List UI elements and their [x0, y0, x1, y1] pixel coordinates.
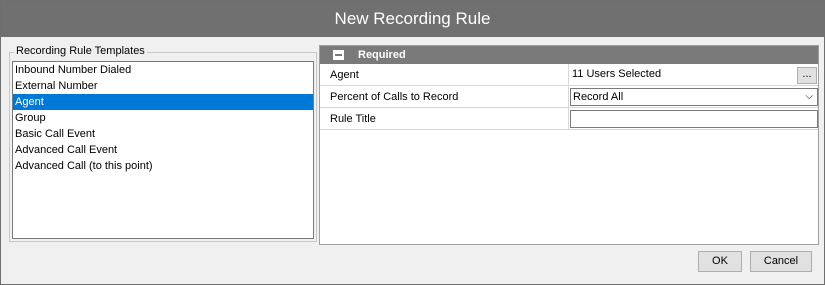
- chevron-down-icon[interactable]: ⌵: [805, 90, 813, 104]
- list-item[interactable]: Group: [13, 110, 313, 126]
- column-divider: [568, 86, 569, 108]
- cancel-button[interactable]: Cancel: [750, 251, 812, 272]
- property-grid: Required Agent 11 Users Selected ... Per…: [319, 45, 819, 245]
- agent-browse-button[interactable]: ...: [797, 67, 817, 84]
- list-item[interactable]: Inbound Number Dialed: [13, 62, 313, 78]
- list-item[interactable]: Advanced Call (to this point): [13, 158, 313, 174]
- percent-row: Percent of Calls to Record Record All ⌵: [320, 86, 818, 108]
- percent-label: Percent of Calls to Record: [330, 91, 459, 103]
- agent-row: Agent 11 Users Selected ...: [320, 64, 818, 86]
- section-title: Required: [358, 49, 406, 61]
- templates-group-label: Recording Rule Templates: [14, 45, 147, 58]
- list-item[interactable]: Basic Call Event: [13, 126, 313, 142]
- rule-title-label: Rule Title: [330, 113, 376, 125]
- required-section-header[interactable]: Required: [320, 46, 818, 64]
- percent-dropdown[interactable]: Record All ⌵: [570, 88, 818, 106]
- rule-title-row: Rule Title: [320, 108, 818, 130]
- percent-selected-value: Record All: [573, 91, 624, 103]
- agent-value-text: 11 Users Selected: [572, 68, 662, 80]
- new-recording-rule-dialog: New Recording Rule Recording Rule Templa…: [0, 0, 825, 285]
- column-divider: [568, 108, 569, 130]
- list-item[interactable]: External Number: [13, 78, 313, 94]
- agent-value[interactable]: 11 Users Selected ...: [570, 66, 818, 84]
- agent-label: Agent: [330, 69, 359, 81]
- dialog-title: New Recording Rule: [1, 1, 824, 37]
- templates-listbox[interactable]: Inbound Number Dialed External Number Ag…: [12, 61, 314, 239]
- collapse-icon[interactable]: [333, 50, 344, 60]
- list-item[interactable]: Agent: [13, 94, 313, 110]
- column-divider: [568, 64, 569, 86]
- rule-title-input[interactable]: [570, 110, 818, 128]
- ok-button[interactable]: OK: [698, 251, 742, 272]
- list-item[interactable]: Advanced Call Event: [13, 142, 313, 158]
